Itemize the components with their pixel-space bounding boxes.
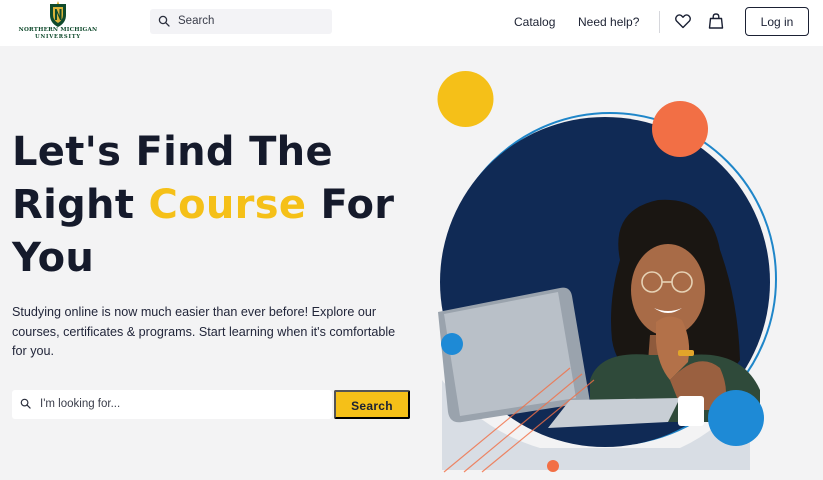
search-icon <box>20 398 31 409</box>
course-search-button[interactable]: Search <box>334 390 410 419</box>
search-icon <box>158 15 170 27</box>
hero-description: Studying online is now much easier than … <box>12 305 396 358</box>
hero-title-line3: You <box>12 235 95 281</box>
decor-small-blue-circle <box>441 333 463 355</box>
heart-icon[interactable] <box>674 12 692 30</box>
header-search-placeholder: Search <box>178 15 215 27</box>
hero-title-line2-end: For <box>306 182 395 228</box>
decor-yellow-circle <box>437 71 494 127</box>
login-button[interactable]: Log in <box>745 7 809 36</box>
nav-link-need-help[interactable]: Need help? <box>578 15 639 29</box>
hero-title-line1: Let's Find The <box>12 129 333 175</box>
hero-title-line2-start: Right <box>12 182 149 228</box>
university-logo[interactable]: NORTHERN MICHIGAN UNIVERSITY <box>14 1 102 43</box>
header-search-input[interactable]: Search <box>150 9 332 34</box>
hero-title: Let's Find The Right Course For You <box>12 126 394 285</box>
decor-orange-circle <box>652 101 708 157</box>
logo-emblem-icon <box>50 1 66 27</box>
logo-name-line1: NORTHERN MICHIGAN <box>18 27 98 33</box>
decor-blue-circle <box>708 390 764 446</box>
hero-illustration <box>437 71 777 473</box>
logo-name-line2: UNIVERSITY <box>35 34 81 40</box>
decor-orange-dot <box>547 460 559 472</box>
hero-title-accent-word: Course <box>148 182 307 228</box>
shopping-bag-icon[interactable] <box>707 12 725 30</box>
nav-link-catalog[interactable]: Catalog <box>514 15 555 29</box>
course-search-placeholder: I'm looking for... <box>40 397 121 410</box>
header-divider <box>659 11 660 33</box>
top-navigation-bar: NORTHERN MICHIGAN UNIVERSITY Search Cata… <box>0 0 823 46</box>
course-search-input[interactable]: I'm looking for... <box>12 390 332 419</box>
